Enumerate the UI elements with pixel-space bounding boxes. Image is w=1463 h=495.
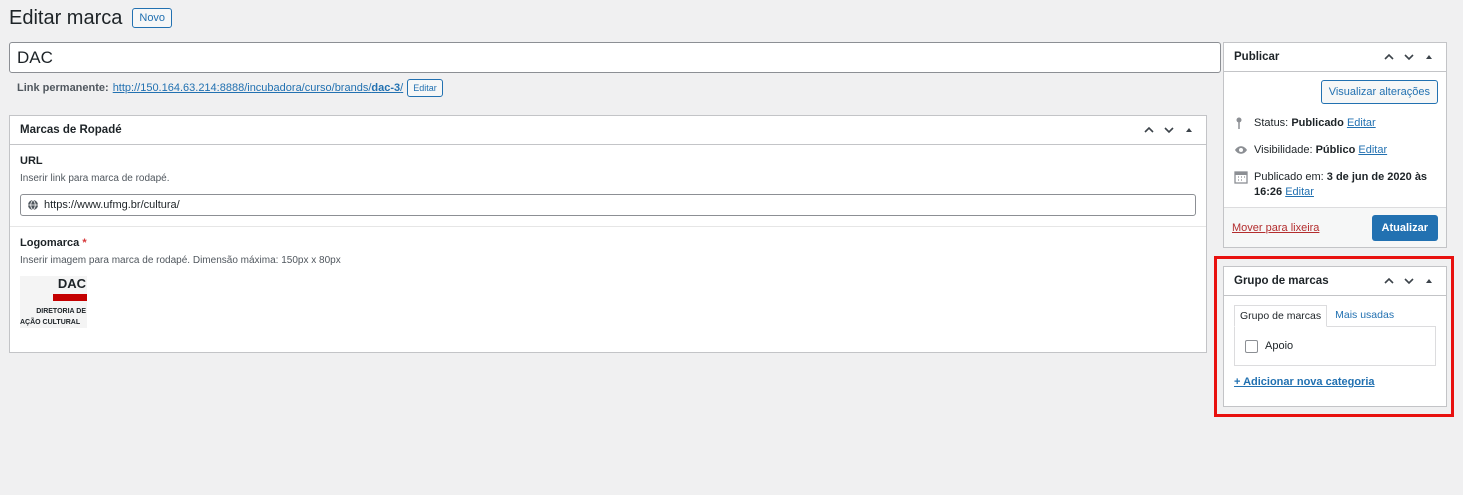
published-label: Publicado em:	[1254, 171, 1324, 183]
visibility-value: Público	[1315, 144, 1356, 156]
new-brand-button[interactable]: Novo	[132, 8, 173, 28]
permalink-row: Link permanente: http://150.164.63.214:8…	[17, 79, 443, 97]
preview-changes-button[interactable]: Visualizar alterações	[1320, 80, 1438, 104]
logo-text-diretoria: DIRETORIA DE	[36, 308, 86, 315]
chevron-up-icon[interactable]	[1142, 123, 1156, 137]
globe-icon	[28, 199, 38, 211]
publish-metabox: Publicar Visualizar alterações Status: P…	[1223, 42, 1447, 248]
chevron-up-icon[interactable]	[1382, 50, 1396, 64]
publish-header: Publicar	[1224, 43, 1446, 72]
calendar-icon	[1234, 171, 1248, 184]
visibility-edit-link[interactable]: Editar	[1358, 144, 1387, 156]
chevron-down-icon[interactable]	[1162, 123, 1176, 137]
permalink-url-base: http://150.164.63.214:8888/incubadora/cu…	[112, 82, 372, 94]
move-to-trash-link[interactable]: Mover para lixeira	[1232, 222, 1319, 234]
status-value: Publicado	[1291, 117, 1344, 129]
marcas-metabox: Marcas de Ropadé URL Inserir link para m…	[9, 115, 1207, 353]
permalink-slug: dac-3	[371, 82, 401, 94]
collapse-triangle-icon[interactable]	[1182, 123, 1196, 137]
permalink-edit-button[interactable]: Editar	[407, 79, 443, 97]
post-title-input[interactable]: DAC	[9, 42, 1221, 73]
published-row: Publicado em: 3 de jun de 2020 às 16:26 …	[1234, 170, 1446, 200]
marcas-handle-actions	[1142, 123, 1196, 137]
status-edit-link[interactable]: Editar	[1347, 117, 1376, 129]
required-mark: *	[82, 237, 87, 249]
marcas-title: Marcas de Ropadé	[20, 124, 122, 136]
publish-actions: Mover para lixeira Atualizar	[1224, 207, 1446, 247]
preview-row: Visualizar alterações	[1224, 72, 1446, 116]
eye-icon	[1235, 146, 1247, 154]
url-input[interactable]: https://www.ufmg.br/cultura/	[20, 194, 1196, 216]
status-label: Status:	[1254, 117, 1289, 129]
permalink-url-end: /	[400, 82, 404, 94]
highlight-box	[1214, 256, 1454, 417]
pin-icon	[1236, 117, 1242, 129]
update-button[interactable]: Atualizar	[1371, 214, 1438, 241]
logo-text-dac: DAC	[57, 276, 86, 291]
url-value: https://www.ufmg.br/cultura/	[44, 199, 180, 211]
visibility-label: Visibilidade:	[1254, 144, 1313, 156]
url-field: URL Inserir link para marca de rodapé. h…	[10, 145, 1206, 227]
marcas-header: Marcas de Ropadé	[10, 116, 1206, 145]
url-description: Inserir link para marca de rodapé.	[20, 173, 170, 184]
chevron-down-icon[interactable]	[1402, 50, 1416, 64]
logo-text-acao: AÇÃO CULTURAL	[20, 319, 81, 326]
logo-label: Logomarca *	[20, 237, 87, 249]
page-header: Editar marca Novo	[9, 5, 173, 31]
publish-handle-actions	[1382, 50, 1436, 64]
permalink-link[interactable]: http://150.164.63.214:8888/incubadora/cu…	[113, 82, 404, 94]
logo-red-bar	[53, 294, 87, 301]
logo-image[interactable]: DAC DIRETORIA DE AÇÃO CULTURAL	[20, 276, 87, 328]
status-row: Status: Publicado Editar	[1234, 116, 1446, 131]
publish-title: Publicar	[1234, 51, 1280, 63]
permalink-label: Link permanente:	[17, 82, 109, 94]
collapse-triangle-icon[interactable]	[1422, 50, 1436, 64]
logo-description: Inserir imagem para marca de rodapé. Dim…	[20, 255, 341, 266]
visibility-row: Visibilidade: Público Editar	[1234, 143, 1446, 158]
tab-all-categories[interactable]: Grupo de marcas	[1234, 305, 1328, 327]
page-title: Editar marca	[9, 7, 123, 29]
logo-field: Logomarca * Inserir imagem para marca de…	[10, 227, 1206, 338]
published-edit-link[interactable]: Editar	[1285, 186, 1314, 198]
url-label: URL	[20, 155, 43, 167]
